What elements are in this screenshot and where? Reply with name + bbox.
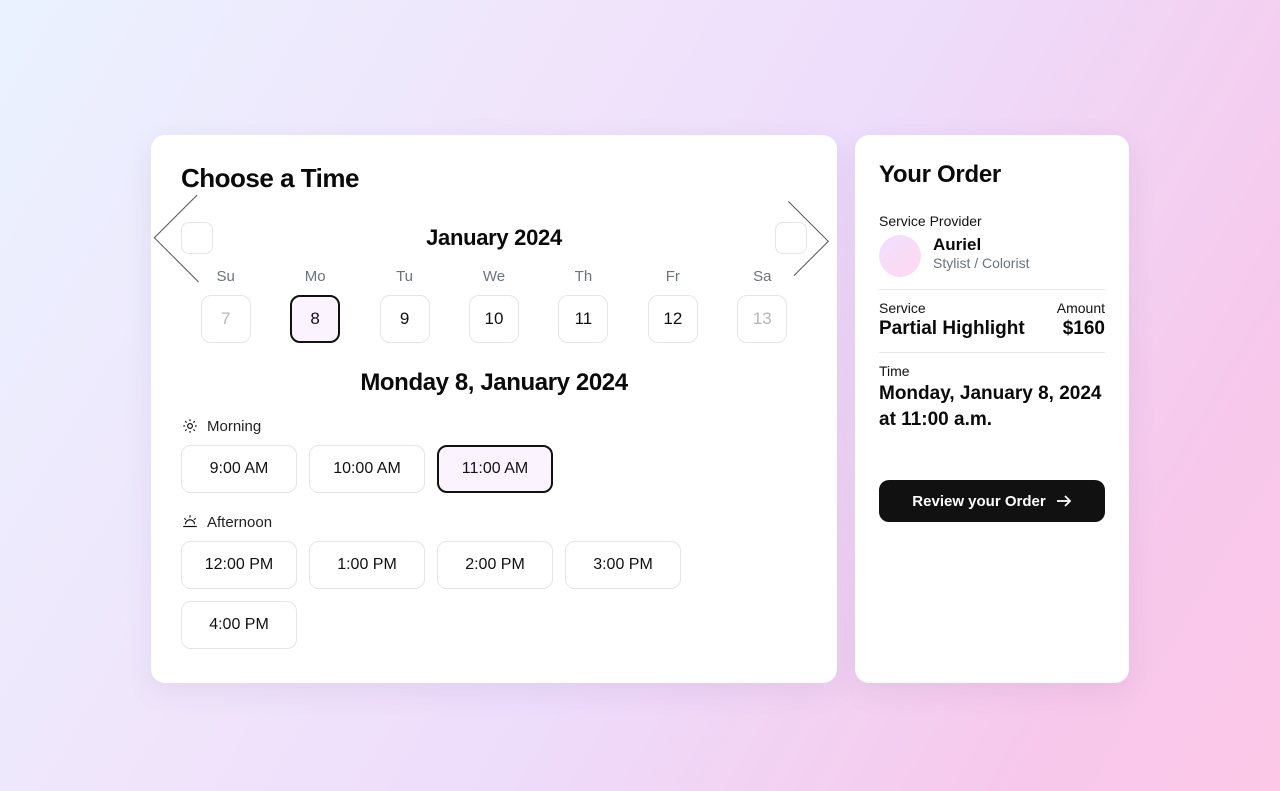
- afternoon-slots: 12:00 PM1:00 PM2:00 PM3:00 PM 4:00 PM: [181, 541, 807, 649]
- morning-slots: 9:00 AM10:00 AM11:00 AM: [181, 445, 807, 493]
- time-slot[interactable]: 11:00 AM: [437, 445, 553, 493]
- dow-cell: We: [449, 268, 538, 285]
- day-cell: 13: [737, 295, 787, 343]
- provider-label: Service Provider: [879, 213, 1105, 229]
- selected-date-heading: Monday 8, January 2024: [181, 369, 807, 397]
- service-label: Service: [879, 300, 1025, 316]
- sun-icon: [181, 417, 199, 435]
- dow-cell: Fr: [628, 268, 717, 285]
- choose-time-title: Choose a Time: [181, 163, 807, 194]
- chevron-right-icon: [754, 201, 829, 276]
- avatar: [879, 235, 921, 277]
- time-slot[interactable]: 4:00 PM: [181, 601, 297, 649]
- time-slot[interactable]: 2:00 PM: [437, 541, 553, 589]
- provider-name: Auriel: [933, 235, 1029, 255]
- days-row: 789 10 11 12 13: [181, 295, 807, 343]
- time-slot[interactable]: 9:00 AM: [181, 445, 297, 493]
- time-block: Time Monday, January 8, 2024 at 11:00 a.…: [879, 363, 1105, 432]
- time-slot[interactable]: 3:00 PM: [565, 541, 681, 589]
- afternoon-section-label: Afternoon: [181, 513, 807, 531]
- time-value: Monday, January 8, 2024 at 11:00 a.m.: [879, 381, 1105, 432]
- day-cell[interactable]: 11: [558, 295, 608, 343]
- time-label: Time: [879, 363, 1105, 379]
- amount-label: Amount: [1057, 300, 1105, 316]
- dow-cell: Tu: [360, 268, 449, 285]
- morning-section-label: Morning: [181, 417, 807, 435]
- choose-time-card: Choose a Time January 2024 SuMoTuWeThFrS…: [151, 135, 837, 683]
- sunset-icon: [181, 513, 199, 531]
- month-label: January 2024: [426, 225, 562, 251]
- day-cell[interactable]: 10: [469, 295, 519, 343]
- service-row: Service Partial Highlight Amount $160: [879, 300, 1105, 353]
- provider-role: Stylist / Colorist: [933, 255, 1029, 271]
- month-nav-row: January 2024: [181, 222, 807, 254]
- review-order-button[interactable]: Review your Order: [879, 480, 1105, 522]
- morning-label: Morning: [207, 418, 261, 435]
- afternoon-label: Afternoon: [207, 514, 272, 531]
- day-cell[interactable]: 12: [648, 295, 698, 343]
- day-cell[interactable]: 9: [380, 295, 430, 343]
- review-order-label: Review your Order: [912, 493, 1045, 510]
- prev-month-button[interactable]: [181, 222, 213, 254]
- day-cell: 7: [201, 295, 251, 343]
- time-slot[interactable]: 10:00 AM: [309, 445, 425, 493]
- your-order-card: Your Order Service Provider Auriel Styli…: [855, 135, 1129, 683]
- provider-row: Auriel Stylist / Colorist: [879, 235, 1105, 290]
- time-slot[interactable]: 1:00 PM: [309, 541, 425, 589]
- dow-cell: Mo: [270, 268, 359, 285]
- day-of-week-row: SuMoTuWeThFrSa: [181, 268, 807, 285]
- your-order-title: Your Order: [879, 161, 1105, 189]
- day-cell[interactable]: 8: [290, 295, 340, 343]
- next-month-button[interactable]: [775, 222, 807, 254]
- dow-cell: Th: [539, 268, 628, 285]
- service-value: Partial Highlight: [879, 318, 1025, 340]
- arrow-right-icon: [1056, 494, 1072, 508]
- time-slot[interactable]: 12:00 PM: [181, 541, 297, 589]
- amount-value: $160: [1057, 318, 1105, 340]
